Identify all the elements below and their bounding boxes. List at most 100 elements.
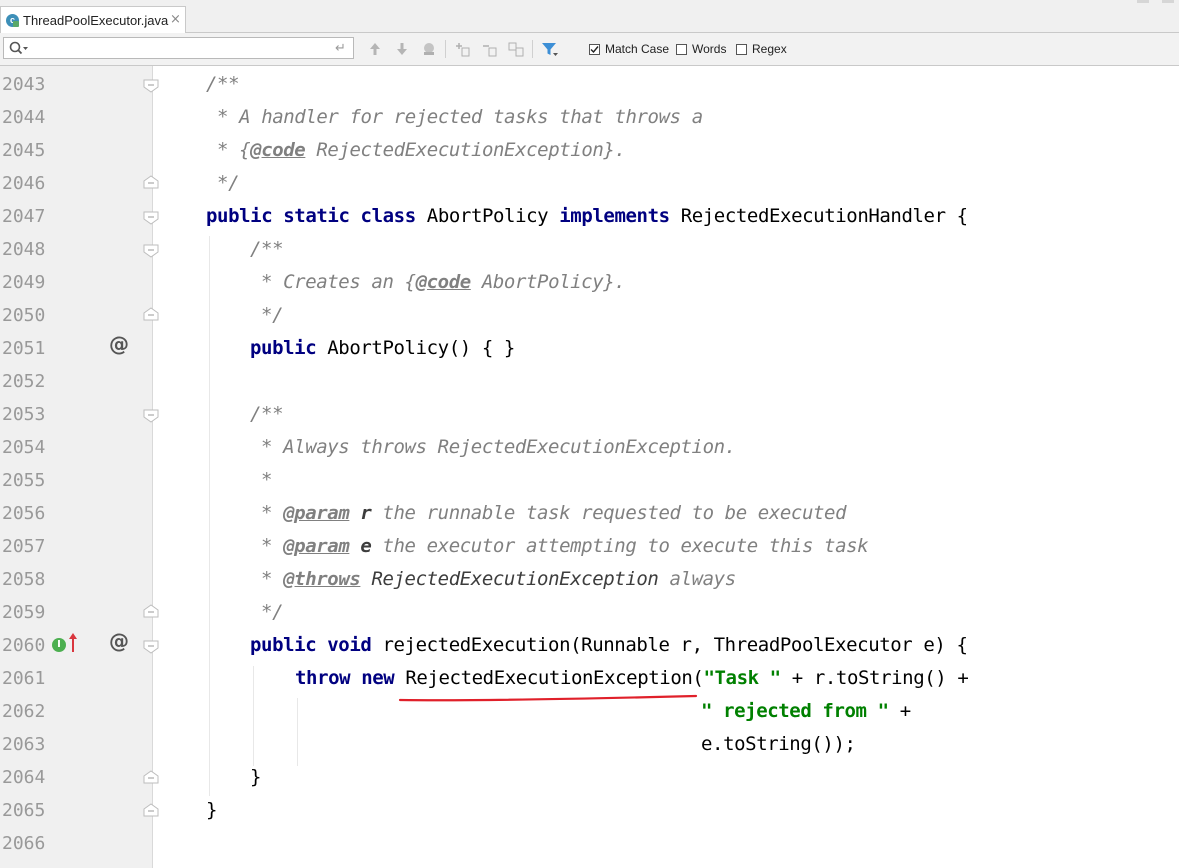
regex-checkbox[interactable] xyxy=(736,44,747,55)
code-editor[interactable]: 2043 2044 2045 2046 2047 2048 2049 2050 … xyxy=(0,66,1179,868)
go-to-super-arrow-icon[interactable] xyxy=(66,631,80,653)
code-line[interactable]: public AbortPolicy() { } xyxy=(250,332,515,365)
comment: * A handler for rejected tasks that thro… xyxy=(206,106,703,128)
words-label[interactable]: Words xyxy=(692,42,726,56)
next-occurrence-icon[interactable] xyxy=(393,40,411,58)
code-line[interactable]: public static class AbortPolicy implemen… xyxy=(206,200,968,233)
tab-threadpoolexecutor[interactable]: c ThreadPoolExecutor.java × xyxy=(0,6,186,33)
code-line[interactable]: e.toString()); xyxy=(701,728,856,761)
comment: /** xyxy=(250,403,284,425)
code-line[interactable]: throw new RejectedExecutionException("Ta… xyxy=(295,662,969,695)
checkmark-icon xyxy=(590,46,599,54)
line-number: 2055 xyxy=(2,470,46,491)
add-occurrence-icon[interactable] xyxy=(453,40,471,58)
toolbar-separator xyxy=(532,40,533,58)
code-line[interactable]: * Always throws RejectedExecutionExcepti… xyxy=(250,431,736,464)
search-field[interactable]: ↵ xyxy=(3,37,354,59)
match-case-checkbox[interactable] xyxy=(589,44,600,55)
implements-method-icon[interactable]: I xyxy=(52,638,66,652)
javadoc-tag: @code xyxy=(250,139,306,161)
annotation-icon[interactable]: @ xyxy=(109,629,129,653)
comment: * Always throws RejectedExecutionExcepti… xyxy=(250,436,736,458)
code-line[interactable]: * xyxy=(250,464,272,497)
window-control[interactable] xyxy=(1137,0,1149,3)
line-number: 2051 xyxy=(2,338,46,359)
code-line[interactable]: } xyxy=(250,761,261,794)
fold-end-icon[interactable] xyxy=(143,770,159,784)
search-icon[interactable] xyxy=(8,39,30,57)
code-line[interactable]: * @param r the runnable task requested t… xyxy=(250,497,846,530)
find-all-icon[interactable] xyxy=(420,40,438,58)
find-toolbar: ↵ Match Case Words Regex xyxy=(0,33,1179,66)
tab-title: ThreadPoolExecutor.java xyxy=(23,13,169,28)
code-line[interactable]: * Creates an {@code AbortPolicy}. xyxy=(250,266,626,299)
filter-icon[interactable] xyxy=(540,40,558,58)
words-checkbox[interactable] xyxy=(676,44,687,55)
comment: the runnable task requested to be execut… xyxy=(371,502,847,524)
fold-marker-icon[interactable] xyxy=(143,79,159,93)
line-number: 2066 xyxy=(2,833,46,854)
fold-end-icon[interactable] xyxy=(143,803,159,817)
identifier: + r.toString() + xyxy=(780,667,969,689)
identifier: AbortPolicy xyxy=(415,205,560,227)
comment: AbortPolicy}. xyxy=(470,271,626,293)
identifier: RejectedExecutionHandler { xyxy=(669,205,968,227)
comment: */ xyxy=(206,172,240,194)
class-badge-icon xyxy=(13,21,19,27)
code-line[interactable]: } xyxy=(206,794,217,827)
fold-end-icon[interactable] xyxy=(143,175,159,189)
code-line[interactable]: /** xyxy=(250,233,284,266)
editor-tab-bar: c ThreadPoolExecutor.java × xyxy=(0,0,1179,33)
line-number: 2052 xyxy=(2,371,46,392)
code-line[interactable]: * {@code RejectedExecutionException}. xyxy=(206,134,626,167)
code-line[interactable]: */ xyxy=(250,299,283,332)
regex-label[interactable]: Regex xyxy=(752,42,787,56)
fold-marker-icon[interactable] xyxy=(143,409,159,423)
identifier: AbortPolicy() { } xyxy=(316,337,515,359)
keyword: throw new xyxy=(295,667,395,689)
code-line[interactable]: /** xyxy=(250,398,284,431)
indent-guide xyxy=(253,666,254,766)
fold-marker-icon[interactable] xyxy=(143,244,159,258)
code-line[interactable]: /** xyxy=(206,68,240,101)
comment: /** xyxy=(206,73,240,95)
comment: RejectedExecutionException}. xyxy=(305,139,626,161)
annotation-icon[interactable]: @ xyxy=(109,332,129,356)
fold-end-icon[interactable] xyxy=(143,604,159,618)
line-number: 2054 xyxy=(2,437,46,458)
keyword: public xyxy=(250,337,317,359)
fold-end-icon[interactable] xyxy=(143,307,159,321)
line-number: 2059 xyxy=(2,602,46,623)
previous-occurrence-icon[interactable] xyxy=(366,40,384,58)
code-line[interactable]: " rejected from " + xyxy=(701,695,911,728)
code-line[interactable]: * A handler for rejected tasks that thro… xyxy=(206,101,703,134)
match-case-label[interactable]: Match Case xyxy=(605,42,669,56)
javadoc-tag: @throws xyxy=(283,568,361,590)
code-line[interactable]: * @throws RejectedExecutionException alw… xyxy=(250,563,736,596)
comment: * { xyxy=(206,139,251,161)
code-line[interactable]: */ xyxy=(250,596,283,629)
comment: * Creates an { xyxy=(250,271,416,293)
code-line[interactable]: */ xyxy=(206,167,239,200)
line-number: 2053 xyxy=(2,404,46,425)
code-line[interactable]: public void rejectedExecution(Runnable r… xyxy=(250,629,968,662)
indent-guide xyxy=(209,236,210,796)
comment: the executor attempting to execute this … xyxy=(371,535,869,557)
comment: * xyxy=(250,469,273,491)
red-underline-annotation xyxy=(398,694,698,702)
close-tab-icon[interactable]: × xyxy=(170,12,181,27)
fold-marker-icon[interactable] xyxy=(143,211,159,225)
line-number: 2043 xyxy=(2,74,46,95)
window-control[interactable] xyxy=(1162,0,1174,3)
comment: * xyxy=(250,535,284,557)
fold-marker-icon[interactable] xyxy=(143,640,159,654)
line-number: 2061 xyxy=(2,668,46,689)
search-input[interactable] xyxy=(34,40,328,58)
comment: */ xyxy=(250,304,284,326)
select-all-occurrences-icon[interactable] xyxy=(507,40,525,58)
remove-occurrence-icon[interactable] xyxy=(480,40,498,58)
line-number: 2060 xyxy=(2,635,46,656)
line-number: 2057 xyxy=(2,536,46,557)
code-line[interactable]: * @param e the executor attempting to ex… xyxy=(250,530,869,563)
line-number: 2044 xyxy=(2,107,46,128)
